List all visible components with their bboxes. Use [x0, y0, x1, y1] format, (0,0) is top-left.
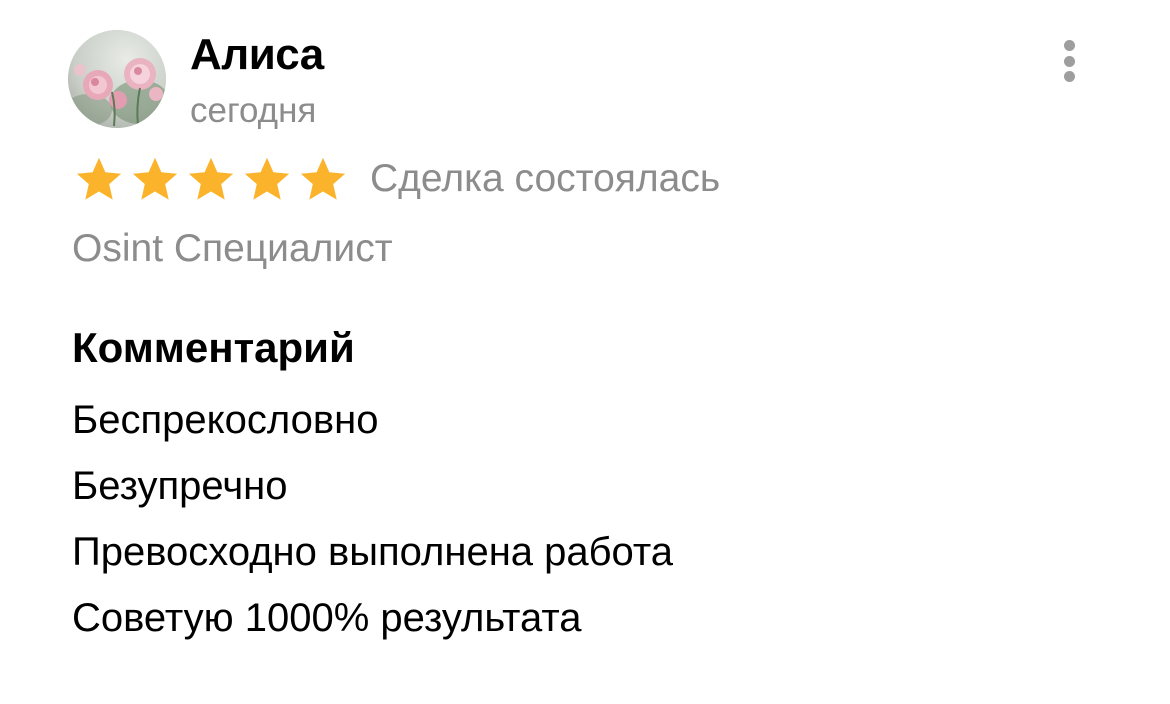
comment-line: Превосходно выполнена работа — [72, 530, 674, 574]
review-card: Алиса сегодня Сделка состоялась Osint Сп… — [0, 0, 1170, 704]
star-icon — [72, 154, 126, 204]
deal-status: Сделка состоялась — [370, 157, 721, 200]
more-vertical-icon — [1063, 40, 1075, 51]
comment-line: Беспрекословно — [72, 398, 379, 442]
author-name[interactable]: Алиса — [190, 28, 324, 82]
more-options-button[interactable] — [1050, 36, 1088, 86]
rating-row: Сделка состоялась — [72, 154, 720, 204]
comment-body: Беспрекословно Безупречно Превосходно вы… — [72, 387, 673, 651]
more-vertical-icon-dot — [1063, 55, 1075, 67]
rating-stars — [72, 154, 350, 204]
avatar[interactable] — [68, 30, 166, 128]
review-date: сегодня — [190, 91, 317, 130]
comment-line: Советую 1000% результата — [72, 596, 582, 640]
comment-heading: Комментарий — [72, 324, 355, 371]
more-vertical-icon-dot — [1063, 71, 1075, 82]
star-icon — [296, 154, 350, 204]
star-icon — [240, 154, 294, 204]
service-name: Osint Специалист — [72, 227, 393, 270]
flower-photo-avatar — [68, 30, 166, 128]
star-icon — [184, 154, 238, 204]
comment-line: Безупречно — [72, 464, 288, 508]
star-icon — [128, 154, 182, 204]
